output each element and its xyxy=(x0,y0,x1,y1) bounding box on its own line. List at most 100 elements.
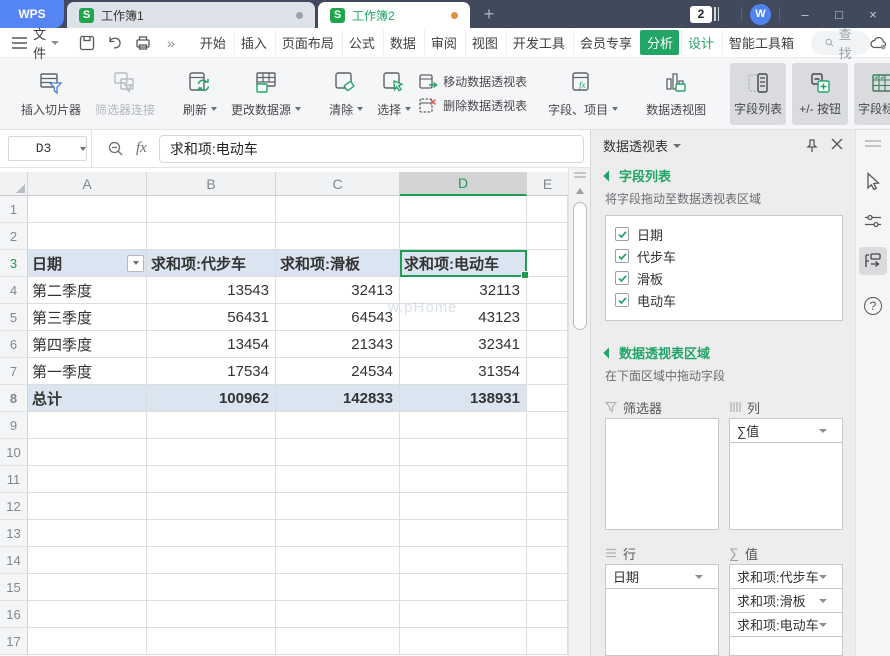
row-header[interactable]: 3 xyxy=(0,250,28,277)
areas-section-header[interactable]: 数据透视表区域 xyxy=(591,337,855,364)
menu-item-home[interactable]: 开始 xyxy=(194,30,232,55)
row-header[interactable]: 4 xyxy=(0,277,28,304)
scrollbar-thumb[interactable] xyxy=(573,202,587,330)
row-header[interactable]: 1 xyxy=(0,196,28,223)
change-data-source-button[interactable]: 更改数据源 xyxy=(224,68,308,120)
cell[interactable] xyxy=(276,439,400,466)
more-quick-access-icon[interactable]: » xyxy=(167,35,175,51)
values-drop-area[interactable]: 求和项:代步车 求和项:滑板 求和项:电动车 xyxy=(729,564,843,656)
pivot-value[interactable]: 32413 xyxy=(276,277,400,304)
checkbox-checked-icon[interactable] xyxy=(615,227,629,241)
checkbox-checked-icon[interactable] xyxy=(615,249,629,263)
cell[interactable] xyxy=(527,466,568,493)
filters-drop-area[interactable] xyxy=(605,418,719,530)
cell[interactable] xyxy=(400,493,527,520)
undo-icon[interactable] xyxy=(107,35,123,51)
cell[interactable] xyxy=(28,520,147,547)
pivot-value[interactable]: 31354 xyxy=(400,358,527,385)
cell[interactable] xyxy=(276,547,400,574)
cell[interactable] xyxy=(400,196,527,223)
cell[interactable] xyxy=(527,493,568,520)
save-icon[interactable] xyxy=(79,35,95,51)
cell[interactable] xyxy=(400,547,527,574)
panel-title[interactable]: 数据透视表 xyxy=(603,136,668,155)
cloud-sync-icon[interactable] xyxy=(870,36,888,50)
cell[interactable] xyxy=(28,412,147,439)
row-header[interactable]: 7 xyxy=(0,358,28,385)
pivot-row-label[interactable]: 第三季度 xyxy=(28,304,147,331)
pivot-value[interactable]: 24534 xyxy=(276,358,400,385)
cell[interactable] xyxy=(147,466,276,493)
cell[interactable] xyxy=(28,547,147,574)
cell[interactable] xyxy=(527,223,568,250)
cell[interactable] xyxy=(527,277,568,304)
clear-button[interactable]: 清除 xyxy=(322,68,370,120)
pivot-value[interactable]: 32113 xyxy=(400,277,527,304)
row-header[interactable]: 10 xyxy=(0,439,28,466)
tab-workbook2[interactable]: S 工作簿2 xyxy=(318,2,470,28)
scroll-up-arrow[interactable] xyxy=(576,188,584,194)
row-header[interactable]: 2 xyxy=(0,223,28,250)
field-checkbox-row[interactable]: 滑板 xyxy=(615,267,833,289)
row-header[interactable]: 14 xyxy=(0,547,28,574)
menu-item-data[interactable]: 数据 xyxy=(383,30,422,55)
cell[interactable] xyxy=(147,601,276,628)
menu-item-analyze[interactable]: 分析 xyxy=(640,30,679,55)
cell[interactable] xyxy=(276,574,400,601)
cell[interactable] xyxy=(527,385,568,412)
pivot-total-value[interactable]: 100962 xyxy=(147,385,276,412)
values-field-dropdown[interactable]: 求和项:电动车 xyxy=(729,612,843,637)
column-header-b[interactable]: B xyxy=(147,172,276,196)
select-button[interactable]: 选择 xyxy=(370,68,418,120)
cell[interactable] xyxy=(400,439,527,466)
filter-connections-button[interactable]: 筛选器连接 xyxy=(88,68,162,120)
row-header[interactable]: 15 xyxy=(0,574,28,601)
columns-drop-area[interactable]: ∑值 xyxy=(729,418,843,530)
menu-item-membership[interactable]: 会员专享 xyxy=(573,30,638,55)
cell[interactable] xyxy=(400,466,527,493)
cell[interactable] xyxy=(147,439,276,466)
cell[interactable] xyxy=(28,223,147,250)
menu-item-formulas[interactable]: 公式 xyxy=(342,30,381,55)
values-field-dropdown[interactable]: 求和项:滑板 xyxy=(729,588,843,613)
vertical-scrollbar[interactable] xyxy=(568,168,590,656)
field-items-button[interactable]: fx 字段、项目 xyxy=(541,68,625,120)
fx-icon[interactable]: fx xyxy=(136,140,147,157)
cell[interactable] xyxy=(28,466,147,493)
cell[interactable] xyxy=(28,574,147,601)
pin-icon[interactable] xyxy=(805,138,819,153)
pivot-value-header-selected[interactable]: 求和项:电动车 xyxy=(400,250,527,277)
menu-item-review[interactable]: 审阅 xyxy=(424,30,463,55)
columns-field-dropdown[interactable]: ∑值 xyxy=(729,418,843,443)
cell[interactable] xyxy=(527,574,568,601)
cell[interactable] xyxy=(400,601,527,628)
pivot-row-field-cell[interactable]: 日期 xyxy=(28,250,147,277)
field-checkbox-row[interactable]: 电动车 xyxy=(615,289,833,311)
row-header[interactable]: 11 xyxy=(0,466,28,493)
cell[interactable] xyxy=(147,574,276,601)
field-checkbox-row[interactable]: 代步车 xyxy=(615,245,833,267)
menu-item-page-layout[interactable]: 页面布局 xyxy=(275,30,340,55)
cell[interactable] xyxy=(276,520,400,547)
row-header[interactable]: 17 xyxy=(0,628,28,655)
pivot-total-label[interactable]: 总计 xyxy=(28,385,147,412)
row-header[interactable]: 16 xyxy=(0,601,28,628)
cell[interactable] xyxy=(276,493,400,520)
cell[interactable] xyxy=(527,412,568,439)
pivot-value[interactable]: 13454 xyxy=(147,331,276,358)
row-header[interactable]: 12 xyxy=(0,493,28,520)
sliders-icon[interactable] xyxy=(864,213,882,229)
wps-menu-button[interactable]: WPS xyxy=(0,0,64,28)
column-header-d[interactable]: D xyxy=(400,172,527,196)
values-field-dropdown[interactable]: 求和项:代步车 xyxy=(729,564,843,589)
field-headers-toggle[interactable]: 字段标题 xyxy=(854,63,890,125)
minimize-button[interactable]: – xyxy=(788,0,822,28)
pivot-row-label[interactable]: 第一季度 xyxy=(28,358,147,385)
pivot-value-header[interactable]: 求和项:滑板 xyxy=(276,250,400,277)
fields-section-header[interactable]: 字段列表 xyxy=(591,160,855,187)
pivot-chart-button[interactable]: 数据透视图 xyxy=(639,68,713,120)
delete-pivot-button[interactable]: 删除数据透视表 xyxy=(418,96,527,116)
column-header-e[interactable]: E xyxy=(527,172,568,196)
move-pivot-button[interactable]: 移动数据透视表 xyxy=(418,72,527,92)
pivot-value[interactable]: 56431 xyxy=(147,304,276,331)
